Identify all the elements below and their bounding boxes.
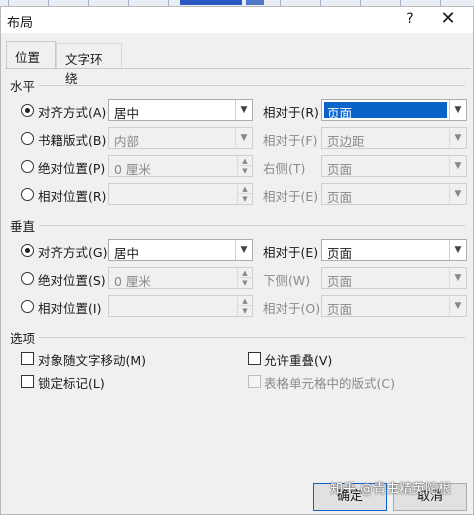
label-v-relative-1: 相对于(E) (263, 245, 319, 260)
h-right-of-value: 页面 (327, 162, 353, 177)
vertical-heading: 垂直 (10, 219, 36, 234)
horizontal-divider (39, 85, 465, 86)
h-book-layout-value: 内部 (114, 134, 140, 149)
v-below-value: 页面 (327, 274, 353, 289)
label-layout-in-table-cell: 表格单元格中的版式(C) (264, 376, 395, 391)
tab-position[interactable]: 位置 (6, 41, 56, 69)
v-absolute-value: 0 厘米 (114, 274, 151, 289)
label-h-book-layout: 书籍版式(B) (38, 133, 107, 148)
watermark: 知乎 @青虫精英陀根 (330, 482, 452, 497)
h-relative-2-select[interactable]: 页边距 ▼ (321, 127, 467, 149)
chevron-down-icon: ▼ (449, 296, 466, 316)
help-icon[interactable]: ? (403, 11, 417, 27)
checkbox-allow-overlap[interactable] (248, 352, 261, 365)
spin-up-icon[interactable]: ▲ (238, 156, 252, 166)
h-book-layout-select[interactable]: 内部 ▼ (108, 127, 253, 149)
radio-v-alignment[interactable] (21, 244, 34, 257)
h-relative-spinner[interactable]: ▲ ▼ (108, 183, 253, 205)
dialog-title: 布局 (7, 16, 34, 31)
spin-up-icon[interactable]: ▲ (238, 268, 252, 278)
v-relative-spinner[interactable]: ▲ ▼ (108, 295, 253, 317)
h-alignment-value: 居中 (114, 106, 140, 121)
h-absolute-value: 0 厘米 (114, 162, 151, 177)
label-h-alignment: 对齐方式(A) (38, 105, 107, 120)
chevron-down-icon: ▼ (235, 240, 252, 260)
spin-up-icon[interactable]: ▲ (238, 184, 252, 194)
close-icon[interactable]: ✕ (437, 9, 459, 29)
label-lock-anchor: 锁定标记(L) (38, 376, 105, 391)
layout-dialog: 布局 ? ✕ 位置 文字环绕 水平 对齐方式(A) 居中 ▼ 相对于(R) 页面… (0, 6, 474, 515)
label-v-absolute: 绝对位置(S) (38, 273, 106, 288)
options-divider (39, 337, 465, 338)
radio-h-relative[interactable] (21, 188, 34, 201)
checkbox-layout-in-table-cell[interactable] (248, 375, 261, 388)
label-v-below: 下侧(W) (263, 273, 311, 288)
v-below-select[interactable]: 页面 ▼ (321, 267, 467, 289)
chevron-down-icon: ▼ (449, 156, 466, 176)
label-v-relative-pos: 相对位置(I) (38, 301, 102, 316)
label-h-relative-1: 相对于(R) (263, 105, 319, 120)
spin-down-icon[interactable]: ▼ (238, 166, 252, 176)
checkbox-lock-anchor[interactable] (21, 375, 34, 388)
v-relative-1-value: 页面 (327, 246, 353, 261)
chevron-down-icon: ▼ (449, 184, 466, 204)
v-alignment-value: 居中 (114, 246, 140, 261)
chevron-down-icon: ▼ (449, 100, 466, 120)
h-relative-4-select[interactable]: 页面 ▼ (321, 183, 467, 205)
v-relative-1-select[interactable]: 页面 ▼ (321, 239, 467, 261)
h-relative-2-value: 页边距 (327, 134, 365, 149)
radio-h-book-layout[interactable] (21, 132, 34, 145)
label-v-alignment: 对齐方式(G) (38, 245, 108, 260)
spin-down-icon[interactable]: ▼ (238, 278, 252, 288)
radio-v-relative[interactable] (21, 300, 34, 313)
chevron-down-icon: ▼ (449, 128, 466, 148)
v-alignment-select[interactable]: 居中 ▼ (108, 239, 253, 261)
tab-text-wrapping[interactable]: 文字环绕 (56, 43, 122, 86)
label-h-right-of: 右侧(T) (263, 161, 306, 176)
checkbox-move-with-text[interactable] (21, 352, 34, 365)
v-absolute-spinner[interactable]: 0 厘米 ▲ ▼ (108, 267, 253, 289)
tab-strip: 位置 文字环绕 (1, 33, 473, 86)
label-v-relative-3: 相对于(O) (263, 301, 321, 316)
chevron-down-icon: ▼ (449, 240, 466, 260)
radio-h-absolute[interactable] (21, 160, 34, 173)
label-allow-overlap: 允许重叠(V) (264, 353, 333, 368)
options-heading: 选项 (10, 331, 36, 346)
label-h-relative-pos: 相对位置(R) (38, 189, 107, 204)
label-h-absolute: 绝对位置(P) (38, 161, 106, 176)
chevron-down-icon: ▼ (235, 100, 252, 120)
v-relative-3-select[interactable]: 页面 ▼ (321, 295, 467, 317)
radio-h-alignment[interactable] (21, 104, 34, 117)
label-move-with-text: 对象随文字移动(M) (38, 353, 147, 368)
title-bar: 布局 ? ✕ (1, 7, 473, 33)
radio-v-absolute[interactable] (21, 272, 34, 285)
selection-highlight: 页面 (324, 102, 447, 121)
v-relative-3-value: 页面 (327, 302, 353, 317)
h-alignment-select[interactable]: 居中 ▼ (108, 99, 253, 121)
h-absolute-spinner[interactable]: 0 厘米 ▲ ▼ (108, 155, 253, 177)
vertical-divider (39, 225, 465, 226)
spin-up-icon[interactable]: ▲ (238, 296, 252, 306)
h-relative-1-value: 页面 (327, 106, 353, 121)
h-relative-4-value: 页面 (327, 190, 353, 205)
label-h-relative-4: 相对于(E) (263, 189, 319, 204)
h-relative-1-select[interactable]: 页面 ▼ (321, 99, 467, 121)
h-right-of-select[interactable]: 页面 ▼ (321, 155, 467, 177)
spin-down-icon[interactable]: ▼ (238, 194, 252, 204)
spin-down-icon[interactable]: ▼ (238, 306, 252, 316)
horizontal-heading: 水平 (10, 79, 36, 94)
chevron-down-icon: ▼ (449, 268, 466, 288)
label-h-relative-2: 相对于(F) (263, 133, 318, 148)
chevron-down-icon: ▼ (235, 128, 252, 148)
